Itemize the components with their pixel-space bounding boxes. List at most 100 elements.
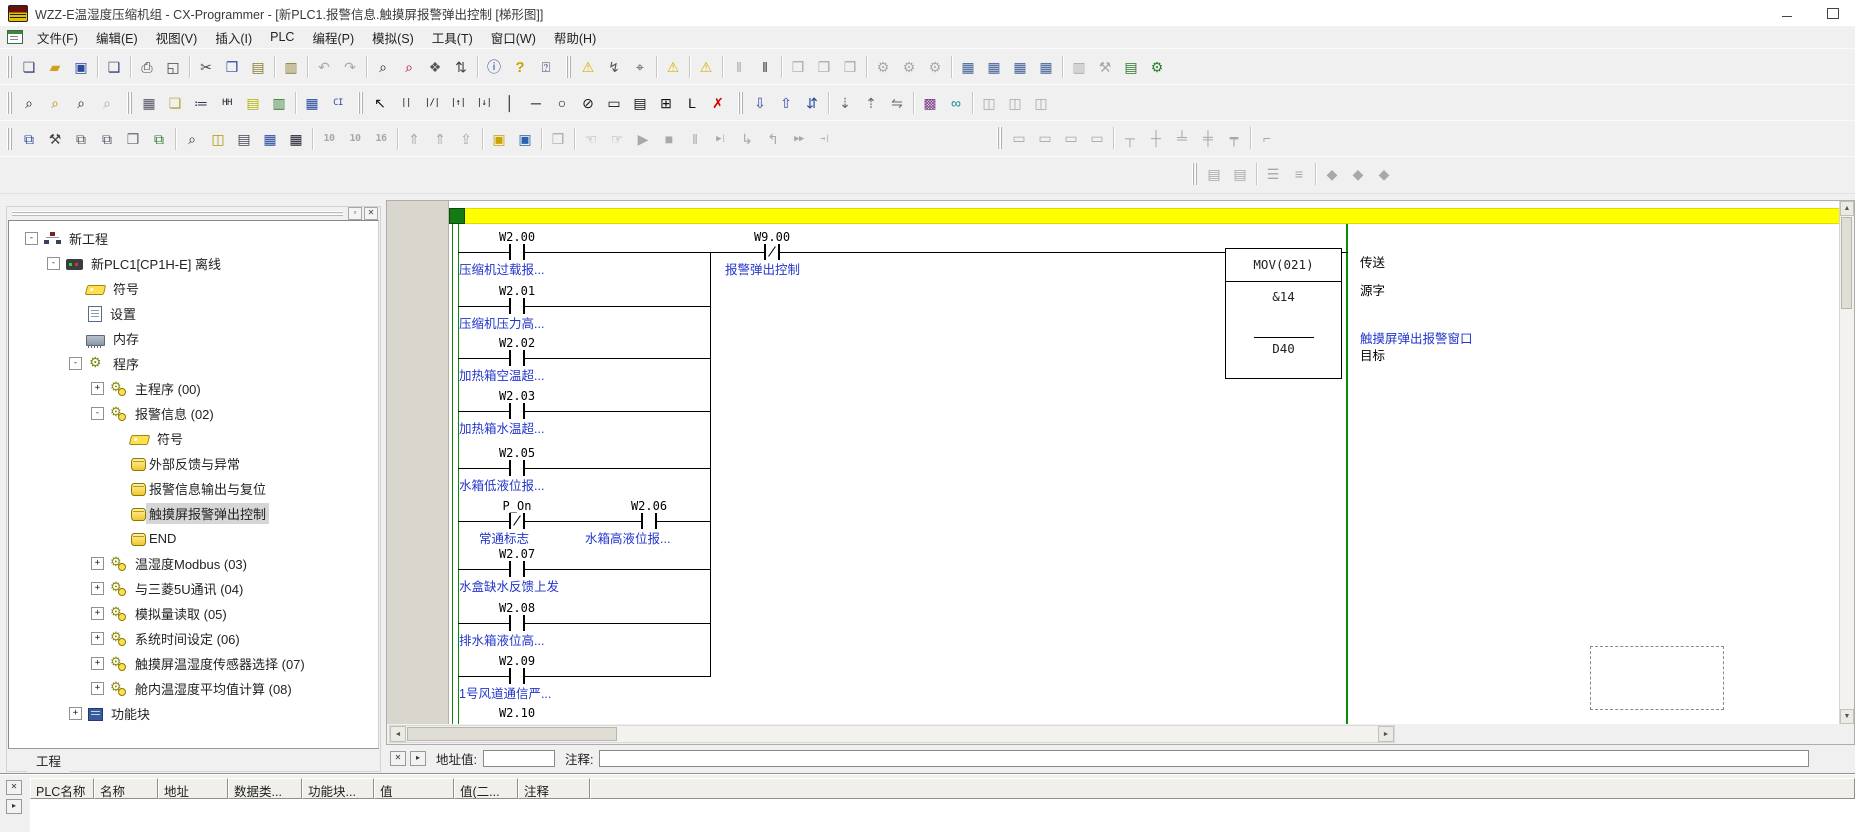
tree-item[interactable]: +系统时间设定 (06) <box>9 626 378 651</box>
tree-item[interactable]: 符号 <box>9 276 378 301</box>
menu-item-1[interactable]: 文件(F) <box>28 25 87 50</box>
watch-monitor-button[interactable]: ∞ <box>943 90 969 116</box>
watch-expand-icon[interactable]: ▸ <box>6 799 22 814</box>
rung-cursor-cell[interactable] <box>449 208 465 224</box>
transfer-from-plc-button[interactable]: ⇧ <box>773 90 799 116</box>
show-memory-table-button[interactable]: ▦ <box>257 126 283 152</box>
workspace-header[interactable]: ▫ ✕ <box>7 207 380 220</box>
program-check-button[interactable]: ↯ <box>601 54 627 80</box>
tree-expand-toggle[interactable]: - <box>25 232 38 245</box>
scroll-up-icon[interactable]: ▲ <box>1840 201 1854 216</box>
toggle-symbol-bar-button[interactable]: ▥ <box>266 90 292 116</box>
menu-item-4[interactable]: 插入(I) <box>206 25 261 50</box>
show-rung-list-button[interactable]: ▤ <box>231 126 257 152</box>
instruction-block-mov[interactable]: MOV(021)&14D40 <box>1225 248 1342 379</box>
print-preview-button[interactable]: ◱ <box>160 54 186 80</box>
new-coil-button[interactable]: ○ <box>549 90 575 116</box>
new-closed-coil-button[interactable]: ⊘ <box>575 90 601 116</box>
watch-close-icon[interactable]: ✕ <box>6 780 22 795</box>
partial-transfer-3-button[interactable]: ⇋ <box>884 90 910 116</box>
replace-button[interactable]: ⌕ <box>396 54 422 80</box>
tree-expand-toggle[interactable]: + <box>91 607 104 620</box>
tree-expand-toggle[interactable]: + <box>91 382 104 395</box>
open-button[interactable]: ▰ <box>42 54 68 80</box>
contact-P_On[interactable] <box>509 513 525 529</box>
tree-item[interactable]: 设置 <box>9 301 378 326</box>
find-error-button[interactable]: ⌖ <box>627 54 653 80</box>
compile-button[interactable]: ❑ <box>101 54 127 80</box>
toggle-annotations-button[interactable]: ≔ <box>188 90 214 116</box>
compare-with-plc-button[interactable]: ⇵ <box>799 90 825 116</box>
tree-item[interactable]: +触摸屏温湿度传感器选择 (07) <box>9 651 378 676</box>
contact-W2.00[interactable] <box>509 244 525 260</box>
save-button[interactable]: ▣ <box>68 54 94 80</box>
memory-view-4-button[interactable]: ▦ <box>1033 54 1059 80</box>
tree-item[interactable]: -新PLC1[CP1H-E] 离线 <box>9 251 378 276</box>
view-cross-reference-button[interactable]: CI <box>325 90 351 116</box>
tree-expand-toggle[interactable]: - <box>91 407 104 420</box>
ladder-vertical-scrollbar[interactable]: ▲ ▼ <box>1839 201 1854 724</box>
menu-item-10[interactable]: 帮助(H) <box>545 25 605 50</box>
view-mnemonics-button[interactable]: ▦ <box>299 90 325 116</box>
toggle-grid-button[interactable]: ▦ <box>136 90 162 116</box>
error-log-button[interactable]: ⚠ <box>575 54 601 80</box>
minimize-icon[interactable] <box>1781 7 1793 19</box>
tree-item[interactable]: +功能块 <box>9 701 378 726</box>
contact-W2.08[interactable] <box>509 615 525 631</box>
tab-project[interactable]: 工程 <box>18 749 79 773</box>
new-or-contact-button[interactable]: |↑| <box>445 90 471 116</box>
tree-item[interactable]: 报警信息输出与复位 <box>9 476 378 501</box>
watch-column-8[interactable]: 注释 <box>518 778 590 799</box>
select-mode-button[interactable]: ↖ <box>367 90 393 116</box>
contact-W9.00[interactable] <box>764 244 780 260</box>
new-jump-button[interactable]: L <box>679 90 705 116</box>
address-value-input[interactable] <box>483 750 555 767</box>
tree-expand-toggle[interactable]: + <box>69 707 82 720</box>
child-window-icon[interactable] <box>7 30 23 44</box>
new-horizontal-button[interactable]: ─ <box>523 90 549 116</box>
show-address-reference-button[interactable]: ⧉ <box>94 126 120 152</box>
show-section-list-button[interactable]: ◫ <box>205 126 231 152</box>
ladder-editor[interactable]: W2.00压缩机过载报...W2.01压缩机压力高...W2.02加热箱空温超.… <box>449 201 1840 724</box>
show-data-trace-button[interactable]: ▦ <box>283 126 309 152</box>
watch-column-1[interactable]: PLC名称 <box>30 778 94 799</box>
view-block-program-button[interactable]: ▩ <box>917 90 943 116</box>
contact-W2.05[interactable] <box>509 460 525 476</box>
tree-expand-toggle[interactable]: + <box>91 657 104 670</box>
horizontal-scroll-thumb[interactable] <box>407 727 617 741</box>
tree-expand-toggle[interactable]: + <box>91 582 104 595</box>
zoom-default-button[interactable]: ⌕ <box>42 90 68 116</box>
find-button[interactable]: ⌕ <box>370 54 396 80</box>
menu-item-3[interactable]: 视图(V) <box>147 25 207 50</box>
watch-column-7[interactable]: 值(二... <box>454 778 518 799</box>
time-chart-button[interactable]: ▤ <box>1118 54 1144 80</box>
menu-item-6[interactable]: 编程(P) <box>303 25 363 50</box>
transfer-to-plc-button[interactable]: ⇩ <box>747 90 773 116</box>
comment-input[interactable] <box>599 750 1809 767</box>
find-in-project-button[interactable]: ⌕ <box>179 126 205 152</box>
contact-W2.07[interactable] <box>509 561 525 577</box>
new-function-block-button[interactable]: ⊞ <box>653 90 679 116</box>
show-plc-settings-button[interactable]: ⧉ <box>146 126 172 152</box>
menu-item-8[interactable]: 工具(T) <box>423 25 482 50</box>
scroll-down-icon[interactable]: ▼ <box>1840 709 1854 724</box>
tree-item[interactable]: +温湿度Modbus (03) <box>9 551 378 576</box>
tree-expand-toggle[interactable]: + <box>91 632 104 645</box>
contact-W2.02[interactable] <box>509 350 525 366</box>
tree-item[interactable]: 符号 <box>9 426 378 451</box>
build-tool-button[interactable]: ⚒ <box>42 126 68 152</box>
new-or-closed-contact-button[interactable]: |↓| <box>471 90 497 116</box>
paste-button[interactable]: ▤ <box>245 54 271 80</box>
maximize-icon[interactable] <box>1827 8 1839 19</box>
about-button[interactable]: ⓘ <box>481 54 507 80</box>
zoom-in-button[interactable]: ⌕ <box>16 90 42 116</box>
delete-tool-button[interactable]: ✗ <box>705 90 731 116</box>
menu-item-2[interactable]: 编辑(E) <box>87 25 147 50</box>
help-button[interactable]: ? <box>507 54 533 80</box>
copy-button[interactable]: ❐ <box>219 54 245 80</box>
zoom-out-button[interactable]: ⌕ <box>68 90 94 116</box>
new-vertical-button[interactable]: │ <box>497 90 523 116</box>
show-io-table-button[interactable]: ❒ <box>120 126 146 152</box>
options-gear-button[interactable]: ⚙ <box>1144 54 1170 80</box>
monitor-mode-button[interactable]: ▣ <box>512 126 538 152</box>
